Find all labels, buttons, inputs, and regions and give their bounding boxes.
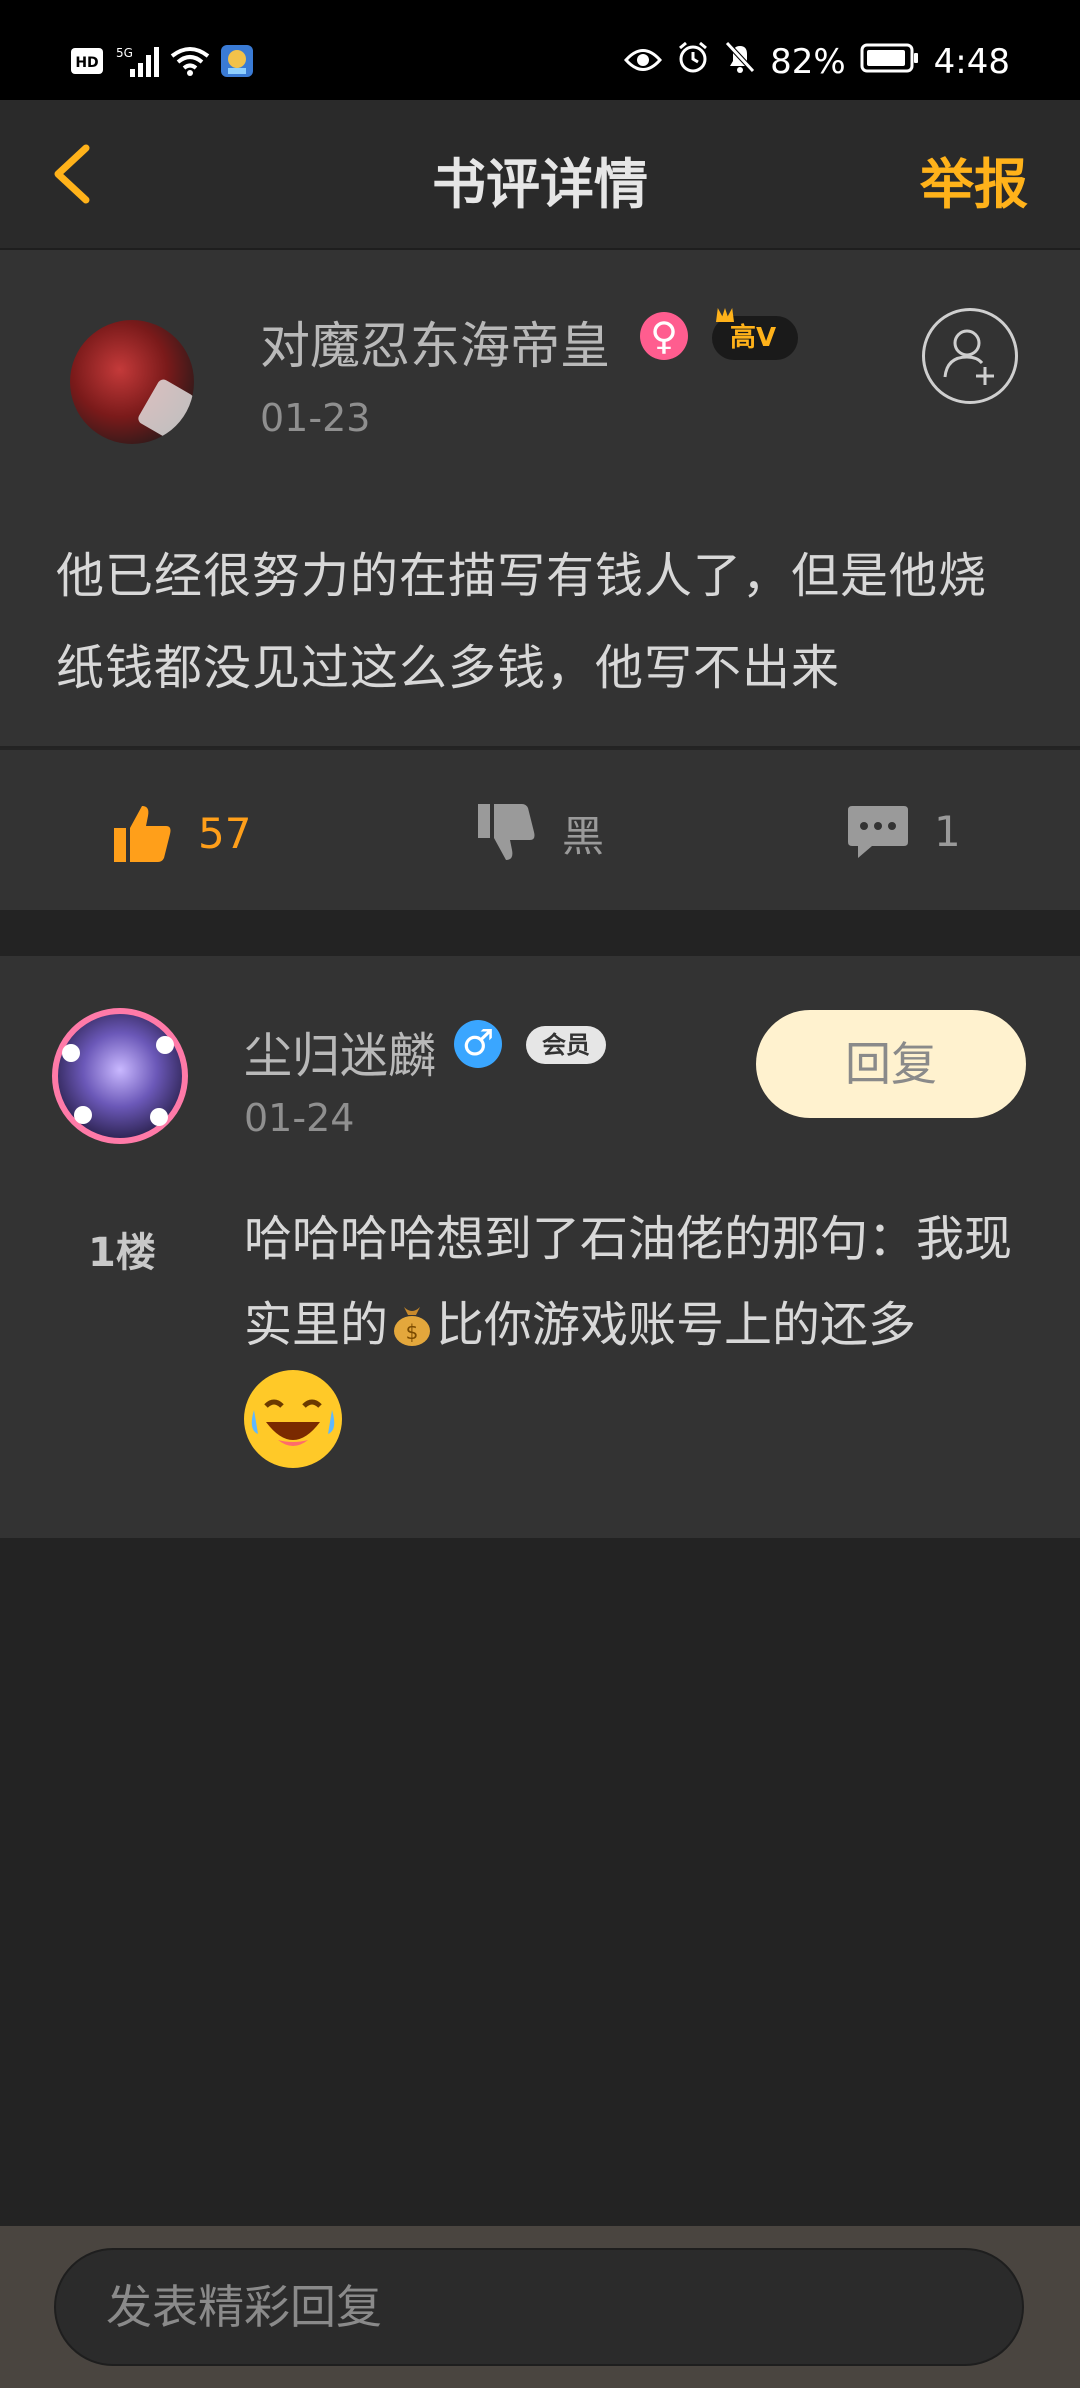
reply-input[interactable]: 发表精彩回复 — [54, 2248, 1024, 2366]
reply-composer-bar: 发表精彩回复 — [0, 2226, 1080, 2388]
female-gender-icon: ♀ — [640, 312, 688, 360]
mute-bell-icon — [724, 40, 756, 83]
add-user-icon — [943, 329, 994, 385]
wifi-icon — [170, 46, 210, 80]
reply-text-part2: 比你游戏账号上的还多 — [436, 1297, 917, 1353]
like-count: 57 — [198, 808, 252, 858]
app-notification-icon — [220, 44, 254, 82]
reply-item: 尘归迷麟 ♂ 会员 01-24 回复 1楼 哈哈哈哈想到了石油佬的那句：我现实里… — [0, 956, 1080, 1538]
clock: 4:48 — [933, 41, 1010, 82]
member-badge: 会员 — [526, 1026, 606, 1064]
money-bag-icon: $ — [394, 1307, 431, 1346]
male-gender-icon: ♂ — [454, 1020, 502, 1068]
floor-number: 1楼 — [88, 1230, 156, 1276]
status-left: HD 5G — [70, 44, 254, 82]
review-date: 01-23 — [260, 396, 371, 440]
avatar[interactable] — [52, 1008, 188, 1144]
reply-button[interactable]: 回复 — [756, 1010, 1026, 1118]
comment-count: 1 — [934, 806, 961, 856]
reply-body: 哈哈哈哈想到了石油佬的那句：我现实里的 $ 比你游戏账号上的还多 — [244, 1196, 1030, 1468]
alarm-icon — [676, 40, 710, 83]
reply-author-name[interactable]: 尘归迷麟 — [244, 1016, 436, 1086]
signal-5g-icon: 5G — [114, 45, 160, 81]
avatar[interactable] — [70, 320, 194, 444]
comment-bubble-icon — [848, 806, 908, 858]
thumbs-up-icon — [114, 806, 171, 862]
section-divider — [0, 910, 1080, 954]
reply-date: 01-24 — [244, 1096, 355, 1140]
like-button[interactable]: 57 — [110, 802, 251, 864]
svg-text:HD: HD — [75, 55, 98, 71]
comment-button[interactable]: 1 — [846, 802, 961, 860]
review-action-bar: 57 黑 1 — [0, 748, 1080, 912]
follow-button[interactable] — [922, 308, 1018, 404]
status-right: 82% 4:48 — [624, 40, 1010, 83]
laughing-crying-emoji-icon — [244, 1370, 342, 1468]
hd-icon: HD — [70, 47, 104, 79]
top-navigation-bar: 书评详情 举报 — [0, 100, 1080, 250]
review-card: 对魔忍东海帝皇 ♀ 高V 01-23 他已经很努力的在描写有钱人了，但是他烧纸钱… — [0, 250, 1080, 746]
level-badge: 高V — [712, 316, 799, 360]
status-bar: HD 5G 82% 4:48 — [0, 0, 1080, 100]
thumbs-down-icon — [478, 804, 535, 860]
eye-icon — [624, 42, 663, 82]
battery-percent: 82% — [770, 41, 846, 82]
report-button[interactable]: 举报 — [920, 140, 1028, 219]
battery-icon — [860, 42, 920, 82]
review-body: 他已经很努力的在描写有钱人了，但是他烧纸钱都没见过这么多钱，他写不出来 — [56, 548, 988, 696]
page-title: 书评详情 — [432, 153, 648, 216]
dislike-label: 黑 — [562, 811, 605, 861]
svg-text:$: $ — [406, 1320, 419, 1344]
svg-text:5G: 5G — [116, 46, 133, 60]
review-author-name[interactable]: 对魔忍东海帝皇 — [260, 306, 610, 378]
dislike-button[interactable]: 黑 — [474, 802, 604, 864]
